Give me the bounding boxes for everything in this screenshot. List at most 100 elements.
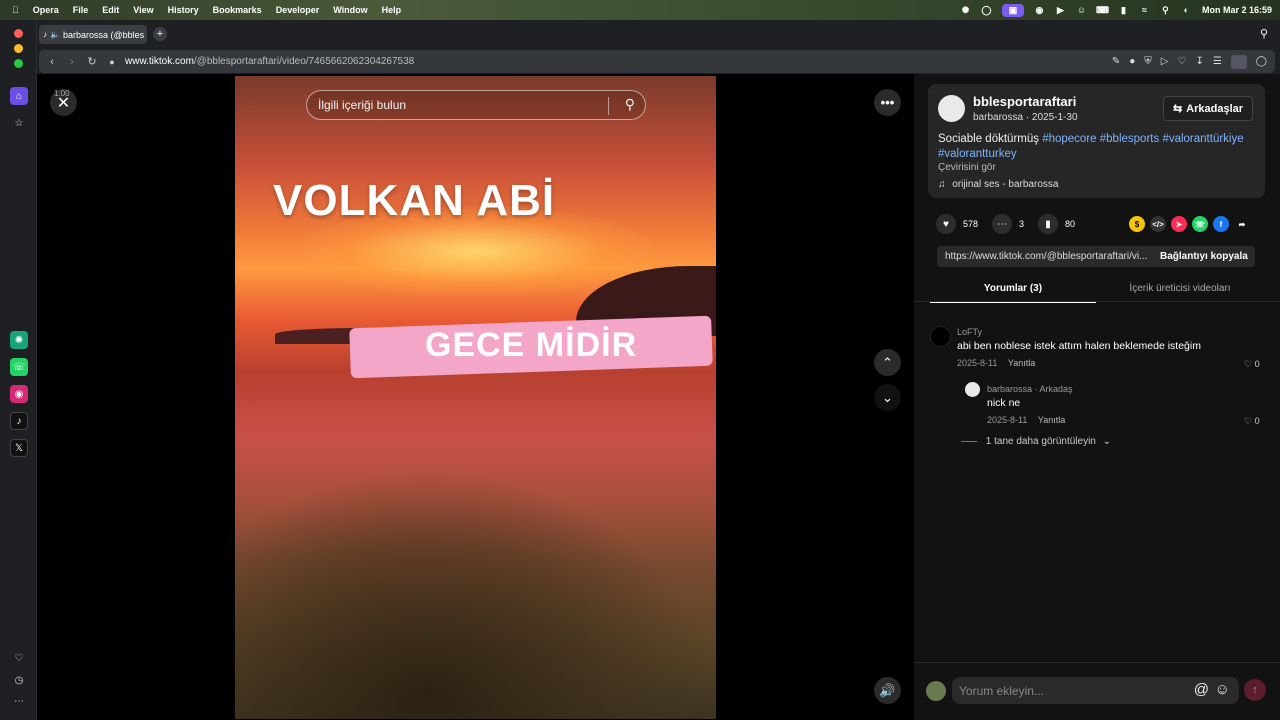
menu-edit[interactable]: Edit — [102, 5, 119, 15]
battery-icon[interactable]: ▮ — [1118, 5, 1129, 15]
apple-icon[interactable]:  — [12, 5, 19, 15]
copy-link-button[interactable]: Bağlantıyı kopyala — [1151, 251, 1248, 262]
forward-icon[interactable]: › — [65, 56, 79, 68]
reply-reply-button[interactable]: Yanıtla — [1038, 415, 1065, 425]
like-icon[interactable]: ♥ — [936, 214, 956, 234]
coin-icon[interactable]: $ — [1129, 216, 1145, 232]
back-icon[interactable]: ‹ — [45, 56, 59, 68]
next-video-button[interactable]: ⌄ — [874, 384, 901, 411]
tab-comments[interactable]: Yorumlar (3) — [930, 283, 1096, 294]
send-icon[interactable]: ➤ — [1171, 216, 1187, 232]
music-row[interactable]: ♫ orijinal ses - barbarossa — [938, 179, 1058, 190]
hashtag-hopecore[interactable]: #hopecore — [1042, 133, 1096, 145]
heart-icon[interactable]: ♡ — [10, 649, 28, 667]
instagram-icon[interactable]: ◉ — [10, 385, 28, 403]
menu-window[interactable]: Window — [333, 5, 367, 15]
screen-share-icon[interactable]: ▣ — [1001, 3, 1024, 17]
history-icon[interactable]: ◷ — [10, 671, 28, 689]
more-replies-line — [961, 440, 977, 442]
menu-bookmarks[interactable]: Bookmarks — [213, 5, 262, 15]
comment-avatar[interactable] — [930, 326, 951, 347]
music-title: orijinal ses - barbarossa — [952, 179, 1059, 190]
comment-count: 3 — [1019, 219, 1025, 229]
embed-icon[interactable]: </> — [1150, 216, 1166, 232]
menu-help[interactable]: Help — [382, 5, 402, 15]
hashtag-valorantturkey[interactable]: #valorantturkey — [938, 148, 1017, 160]
share-arrow-icon[interactable]: ➦ — [1234, 216, 1250, 232]
ai-icon[interactable]: ✺ — [960, 5, 971, 15]
send-comment-button[interactable]: ↑ — [1244, 679, 1266, 701]
creator-avatar[interactable] — [938, 95, 965, 122]
hashtag-valoranttürkiye[interactable]: #valoranttürkiye — [1162, 133, 1243, 145]
video-player[interactable]: VOLKAN ABİ GECE MİDİR — [235, 76, 716, 719]
menu-view[interactable]: View — [133, 5, 153, 15]
facebook-icon[interactable]: f — [1213, 216, 1229, 232]
menu-app-opera[interactable]: Opera — [33, 5, 59, 15]
star-icon[interactable]: ☆ — [10, 114, 28, 132]
volume-button[interactable]: 🔊 — [874, 677, 901, 704]
home-icon[interactable]: ⌂ — [10, 87, 28, 105]
more-icon[interactable]: ⋯ — [10, 692, 28, 710]
speaker-icon[interactable]: 🔈 — [50, 30, 60, 39]
heart-icon[interactable]: ♡ — [1177, 56, 1186, 67]
tab-search-icon[interactable]: ⚲ — [1260, 27, 1268, 40]
view-more-replies[interactable]: 1 tane daha görüntüleyin ⌄ — [961, 436, 1111, 447]
user-icon[interactable]: ☺ — [1076, 5, 1087, 15]
comment-like[interactable]: ♡ 0 — [1244, 359, 1260, 370]
share-link-url[interactable]: https://www.tiktok.com/@bblesportaraftar… — [937, 251, 1151, 262]
friends-label: Arkadaşlar — [1186, 102, 1244, 115]
close-window-button[interactable] — [14, 29, 23, 38]
mention-icon[interactable]: @ — [1194, 681, 1209, 698]
menubar-clock[interactable]: Mon Mar 2 16:59 — [1202, 5, 1272, 15]
more-options-button[interactable]: ••• — [874, 89, 901, 116]
creator-username[interactable]: bblesportaraftari — [973, 94, 1076, 109]
play-icon[interactable]: ▶ — [1055, 5, 1066, 15]
url-field[interactable]: ‹ › ↻ ● www.tiktok.com /@bblesportarafta… — [39, 50, 1275, 73]
edit-icon[interactable]: ✎ — [1112, 56, 1120, 67]
my-avatar[interactable] — [926, 681, 946, 701]
profile-avatar[interactable] — [1230, 54, 1247, 69]
keyboard-icon[interactable]: ⌨ — [1096, 5, 1109, 15]
reply-avatar[interactable] — [965, 382, 980, 397]
menu-icon[interactable]: ☰ — [1213, 56, 1222, 67]
camera-icon[interactable]: ● — [1129, 56, 1135, 67]
sync-icon[interactable]: ◯ — [981, 5, 992, 15]
friends-button[interactable]: ⇆ Arkadaşlar — [1163, 96, 1253, 121]
previous-video-button[interactable]: ⌃ — [874, 349, 901, 376]
emoji-icon[interactable]: ☺ — [1215, 681, 1230, 698]
comment-icon[interactable]: ⋯ — [992, 214, 1013, 234]
share-link-box: https://www.tiktok.com/@bblesportaraftar… — [937, 246, 1255, 267]
search-icon[interactable]: ⚲ — [625, 96, 635, 113]
reply-like[interactable]: ♡ 0 — [1244, 416, 1260, 427]
comment-author[interactable]: LoFTy — [957, 327, 1201, 337]
related-search-input[interactable]: İlgili içeriği bulun ⚲ — [306, 90, 646, 120]
shield-icon[interactable]: ⛨ — [1144, 56, 1152, 67]
reload-icon[interactable]: ↻ — [85, 55, 99, 68]
chatgpt-icon[interactable]: ✺ — [10, 331, 28, 349]
tab-creator-videos[interactable]: İçerik üreticisi videoları — [1096, 283, 1264, 294]
whatsapp-share-icon[interactable]: ☏ — [1192, 216, 1208, 232]
menu-history[interactable]: History — [168, 5, 199, 15]
comment-input[interactable]: Yorum ekleyin... @ ☺ — [952, 677, 1239, 704]
reply-author[interactable]: barbarossa · Arkadaş — [987, 384, 1073, 394]
reply-button[interactable]: Yanıtla — [1008, 358, 1035, 368]
tab-tiktok[interactable]: ♪ 🔈 barbarossa (@bbles — [39, 25, 147, 44]
extension-icon[interactable]: ◉ — [1034, 5, 1045, 15]
play-icon[interactable]: ▷ — [1161, 56, 1169, 67]
new-tab-button[interactable]: + — [153, 27, 167, 41]
hashtag-bblesports[interactable]: #bblesports — [1100, 133, 1159, 145]
see-translation-link[interactable]: Çevirisini gör — [938, 162, 996, 173]
x-icon[interactable]: 𝕏 — [10, 439, 28, 457]
download-icon[interactable]: ↧ — [1195, 56, 1203, 67]
control-center-icon[interactable]: ◐ — [1181, 5, 1192, 15]
bookmark-icon[interactable]: ▮ — [1038, 214, 1059, 234]
menu-file[interactable]: File — [73, 5, 89, 15]
minimize-window-button[interactable] — [14, 44, 23, 53]
tiktok-icon[interactable]: ♪ — [10, 412, 28, 430]
cube-icon[interactable]: ◯ — [1256, 56, 1267, 67]
zoom-window-button[interactable] — [14, 59, 23, 68]
menu-developer[interactable]: Developer — [276, 5, 320, 15]
whatsapp-icon[interactable]: ☏ — [10, 358, 28, 376]
search-icon[interactable]: ⚲ — [1160, 5, 1171, 15]
wifi-icon[interactable]: ≈ — [1139, 5, 1150, 15]
